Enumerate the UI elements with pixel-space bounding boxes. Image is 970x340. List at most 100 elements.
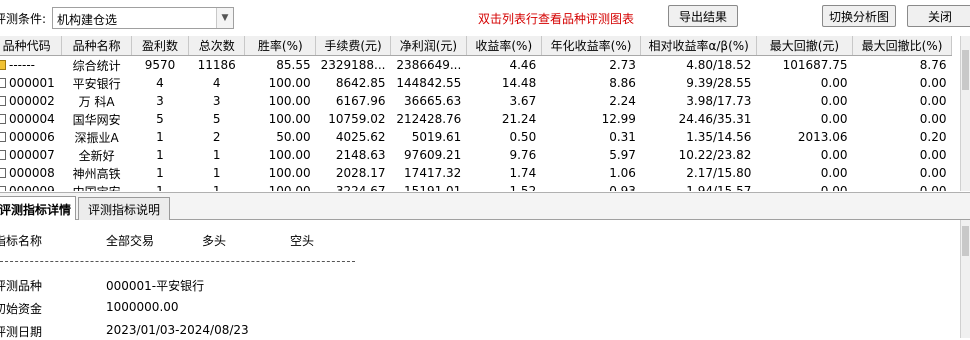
cell-wins: 4: [156, 76, 164, 90]
cell-wins: 1: [156, 130, 164, 144]
table-row[interactable]: ------ 综合统计 9570 11186 85.55 2329188... 238664…: [0, 56, 952, 75]
cell-profit: 5019.61: [411, 130, 462, 144]
cell-return: 21.24: [501, 112, 537, 126]
cell-max-drawdown-ratio: 0.00: [919, 184, 947, 191]
cell-max-drawdown-ratio: 0.00: [919, 94, 947, 108]
cell-fee: 6167.96: [335, 94, 386, 108]
stock-file-icon: [0, 114, 6, 124]
detail-row-value: 2023/01/03-2024/08/23: [106, 323, 249, 337]
table-row[interactable]: 000007 全新好 1 1 100.00 2148.63 97609.21 9.76 5.97…: [0, 146, 952, 164]
cell-total: 2: [212, 130, 221, 144]
cell-annual-return: 0.93: [609, 184, 636, 191]
tab-indicator-details[interactable]: 评测指标详情: [0, 196, 76, 221]
cell-total: 11186: [197, 58, 236, 72]
cell-name: 全新好: [78, 148, 115, 163]
detail-row-label: 初始资金: [0, 302, 43, 316]
cell-winrate: 100.00: [268, 184, 311, 191]
col-header-return[interactable]: 收益率(%): [466, 36, 542, 56]
table-row[interactable]: 000008 神州高铁 1 1 100.00 2028.17 17417.32 1.74 1.0…: [0, 164, 952, 182]
close-button[interactable]: 关闭: [907, 5, 970, 27]
tab-strip: 评测指标详情 评测指标说明: [0, 192, 970, 221]
cell-return: 14.48: [501, 76, 537, 90]
stock-file-icon: [0, 78, 6, 88]
col-header-name[interactable]: 品种名称: [61, 36, 132, 56]
cell-wins: 3: [156, 94, 164, 108]
cell-wins: 9570: [144, 58, 176, 72]
cell-profit: 15191.01: [404, 184, 462, 191]
table-row[interactable]: 000009 中国宝安 1 1 100.00 3224.67 15191.01 1.52 0.9…: [0, 182, 952, 191]
cell-annual-return: 5.97: [609, 148, 636, 162]
switch-chart-button[interactable]: 切换分析图: [822, 5, 896, 27]
table-row[interactable]: 000004 国华网安 5 5 100.00 10759.02 212428.76 21.24…: [0, 110, 952, 128]
detail-col-all: 全部交易: [106, 234, 155, 248]
cell-annual-return: 2.73: [609, 58, 636, 72]
table-scrollbar-thumb[interactable]: [962, 50, 969, 90]
cell-max-drawdown: 0.00: [820, 112, 848, 126]
cell-wins: 1: [156, 148, 164, 162]
cell-fee: 3224.67: [335, 184, 386, 191]
hint-text: 双击列表行查看品种评测图表: [478, 12, 635, 26]
cell-name: 综合统计: [72, 58, 121, 73]
cell-winrate: 50.00: [276, 130, 311, 144]
col-header-code[interactable]: 品种代码: [0, 36, 63, 56]
cell-winrate: 85.55: [276, 58, 311, 72]
condition-label: 评测条件:: [0, 12, 47, 26]
cell-code: 000007: [9, 148, 55, 162]
chevron-down-icon[interactable]: ▼: [216, 8, 233, 28]
cell-profit: 17417.32: [404, 166, 462, 180]
cell-annual-return: 0.31: [609, 130, 636, 144]
cell-max-drawdown-ratio: 0.00: [919, 166, 947, 180]
table-row[interactable]: 000001 平安银行 4 4 100.00 8642.85 144842.55 14.48 8…: [0, 74, 952, 92]
cell-relative-return: 2.17/15.80: [686, 166, 752, 180]
cell-code-wrap: ------: [0, 56, 62, 75]
table-scrollbar[interactable]: [960, 36, 970, 191]
detail-col-indicator: 指标名称: [0, 234, 43, 248]
col-header-max-drawdown[interactable]: 最大回撤(元): [756, 36, 854, 56]
stock-file-icon: [0, 96, 6, 106]
cell-code-wrap: 000008: [0, 164, 62, 182]
condition-dropdown[interactable]: 机构建仓选 ▼: [52, 7, 234, 29]
cell-return: 9.76: [509, 148, 537, 162]
cell-fee: 2028.17: [335, 166, 386, 180]
col-header-annual-return[interactable]: 年化收益率(%): [541, 36, 642, 56]
cell-code-wrap: 000009: [0, 182, 62, 191]
detail-scrollbar-thumb[interactable]: [962, 226, 969, 256]
col-header-winrate[interactable]: 胜率(%): [244, 36, 317, 56]
cell-name: 神州高铁: [72, 166, 121, 181]
col-header-fee[interactable]: 手续费(元): [315, 36, 391, 56]
cell-winrate: 100.00: [268, 94, 311, 108]
detail-scrollbar[interactable]: [960, 220, 970, 338]
table-row[interactable]: 000006 深振业A 1 2 50.00 4025.62 5019.61 0.50 0.31 1…: [0, 128, 952, 146]
cell-fee: 8642.85: [335, 76, 386, 90]
cell-profit: 144842.55: [396, 76, 462, 90]
cell-code: 000008: [9, 166, 55, 180]
cell-relative-return: 10.22/23.82: [678, 148, 752, 162]
cell-profit: 2386649...: [396, 58, 462, 72]
table-row[interactable]: 000002 万 科A 3 3 100.00 6167.96 36665.63 3.67 2.2…: [0, 92, 952, 110]
cell-name: 国华网安: [72, 112, 121, 127]
cell-wins: 5: [156, 112, 164, 126]
col-header-max-drawdown-ratio[interactable]: 最大回撤比(%): [852, 36, 952, 56]
cell-max-drawdown: 0.00: [820, 184, 848, 191]
cell-code-wrap: 000002: [0, 92, 62, 110]
cell-max-drawdown: 0.00: [820, 148, 848, 162]
tab-indicator-explanation[interactable]: 评测指标说明: [78, 197, 170, 220]
col-header-total[interactable]: 总次数: [188, 36, 246, 56]
cell-return: 1.74: [509, 166, 537, 180]
export-button[interactable]: 导出结果: [668, 5, 738, 27]
results-table[interactable]: 品种代码 品种名称 盈利数 总次数 胜率(%) 手续费(元) 净利润(元) 收益…: [0, 36, 960, 191]
stock-file-icon: [0, 168, 6, 178]
cell-name: 万 科A: [78, 94, 115, 109]
cell-winrate: 100.00: [268, 76, 311, 90]
cell-annual-return: 8.86: [609, 76, 636, 90]
cell-relative-return: 9.39/28.55: [686, 76, 752, 90]
summary-icon: [0, 60, 6, 70]
cell-code: 000006: [9, 130, 55, 144]
cell-total: 1: [212, 148, 221, 162]
cell-winrate: 100.00: [268, 112, 311, 126]
cell-max-drawdown-ratio: 0.00: [919, 76, 947, 90]
col-header-relative-return[interactable]: 相对收益率α/β(%): [640, 36, 757, 56]
cell-wins: 1: [156, 166, 164, 180]
col-header-wins[interactable]: 盈利数: [131, 36, 189, 56]
col-header-profit[interactable]: 净利润(元): [390, 36, 467, 56]
